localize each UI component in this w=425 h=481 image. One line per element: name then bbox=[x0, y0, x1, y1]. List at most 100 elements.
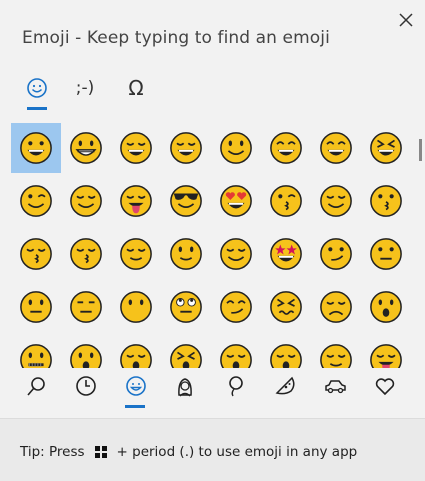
category-people[interactable] bbox=[165, 368, 205, 404]
emoji-sleeping[interactable] bbox=[261, 335, 311, 368]
emoji-squint[interactable] bbox=[361, 123, 411, 173]
tip-prefix: Tip: Press bbox=[20, 444, 85, 460]
hearts-emoji-icon bbox=[320, 185, 352, 217]
tongue-emoji-icon bbox=[370, 344, 402, 368]
emoji-slight-smile[interactable] bbox=[161, 229, 211, 279]
sweat-smile-emoji-icon bbox=[320, 132, 352, 164]
smiley-icon bbox=[126, 376, 146, 396]
emoji-blush[interactable] bbox=[61, 176, 111, 226]
raised-brow-emoji-icon bbox=[370, 238, 402, 270]
emoji-kiss-closed[interactable] bbox=[61, 229, 111, 279]
star-struck-emoji-icon bbox=[270, 238, 302, 270]
emoji-sleepy[interactable] bbox=[111, 335, 161, 368]
windows-key-icon bbox=[94, 446, 107, 458]
category-recent[interactable] bbox=[66, 368, 106, 404]
emoji-sweat-smile[interactable] bbox=[311, 123, 361, 173]
emoji-relieved[interactable] bbox=[311, 335, 361, 368]
emoji-kiss[interactable] bbox=[361, 176, 411, 226]
emoji-disappointed-relieved[interactable] bbox=[311, 282, 361, 332]
emoji-raised-brow[interactable] bbox=[361, 229, 411, 279]
expressionless-emoji-icon bbox=[70, 291, 102, 323]
kiss-emoji-icon bbox=[370, 185, 402, 217]
smiley-tab-icon bbox=[27, 78, 47, 98]
emoji-open-mouth[interactable] bbox=[361, 282, 411, 332]
search-icon bbox=[27, 377, 45, 396]
heart-icon bbox=[375, 378, 395, 396]
sleeping-emoji-icon bbox=[270, 344, 302, 368]
category-celebration[interactable] bbox=[215, 368, 255, 404]
kiss-smile-emoji-icon bbox=[20, 238, 52, 270]
emoji-expressionless[interactable] bbox=[61, 282, 111, 332]
category-smileys[interactable] bbox=[116, 368, 156, 404]
category-symbols[interactable] bbox=[365, 368, 405, 404]
hushed-emoji-icon bbox=[70, 344, 102, 368]
emoji-panel-header: Emoji - Keep typing to find an emoji ;-)… bbox=[0, 0, 425, 118]
emoji-thinking[interactable] bbox=[311, 229, 361, 279]
emoji-smile[interactable] bbox=[211, 123, 261, 173]
grin-emoji-icon bbox=[20, 132, 52, 164]
relaxed-emoji-icon bbox=[120, 238, 152, 270]
emoji-yum[interactable] bbox=[111, 176, 161, 226]
kiss-heart-emoji-icon bbox=[270, 185, 302, 217]
eye-roll-emoji-icon bbox=[170, 291, 202, 323]
emoji-kiss-heart[interactable] bbox=[261, 176, 311, 226]
panel-title: Emoji - Keep typing to find an emoji bbox=[22, 28, 330, 48]
smile-emoji-icon bbox=[220, 132, 252, 164]
emoji-tired[interactable] bbox=[161, 335, 211, 368]
panel-tabs: ;-) Ω bbox=[0, 68, 425, 112]
emoji-persevere[interactable] bbox=[261, 282, 311, 332]
slight-smile-emoji-icon bbox=[170, 238, 202, 270]
tip-text: Tip: Press + period (.) to use emoji in … bbox=[20, 444, 357, 460]
emoji-grid bbox=[0, 118, 415, 368]
scrollbar-thumb[interactable] bbox=[419, 139, 422, 161]
thinking-emoji-icon bbox=[320, 238, 352, 270]
tab-kaomoji[interactable]: ;-) bbox=[65, 68, 105, 108]
sleepy-emoji-icon bbox=[120, 344, 152, 368]
person-icon bbox=[178, 378, 192, 397]
emoji-grin[interactable] bbox=[11, 123, 61, 173]
active-category-indicator bbox=[125, 405, 145, 408]
emoji-no-mouth[interactable] bbox=[111, 282, 161, 332]
emoji-star-struck[interactable] bbox=[261, 229, 311, 279]
category-search[interactable] bbox=[16, 368, 56, 404]
yawn-emoji-icon bbox=[220, 344, 252, 368]
emoji-smirk[interactable] bbox=[211, 282, 261, 332]
emoji-hushed[interactable] bbox=[61, 335, 111, 368]
category-food[interactable] bbox=[265, 368, 305, 404]
car-icon bbox=[325, 380, 346, 394]
emoji-tongue[interactable] bbox=[361, 335, 411, 368]
rofl-emoji-icon bbox=[170, 132, 202, 164]
yum-emoji-icon bbox=[120, 185, 152, 217]
close-icon[interactable] bbox=[395, 9, 417, 31]
emoji-wink[interactable] bbox=[11, 176, 61, 226]
emoji-rofl[interactable] bbox=[161, 123, 211, 173]
emoji-eye-roll[interactable] bbox=[161, 282, 211, 332]
balloon-icon bbox=[229, 376, 243, 397]
sunglasses-emoji-icon bbox=[170, 185, 202, 217]
open-mouth-emoji-icon bbox=[370, 291, 402, 323]
emoji-grimace[interactable] bbox=[61, 123, 111, 173]
tab-emoji[interactable] bbox=[17, 68, 57, 108]
relieved-emoji-icon bbox=[320, 344, 352, 368]
category-bar bbox=[0, 368, 425, 412]
emoji-sunglasses[interactable] bbox=[161, 176, 211, 226]
joy-emoji-icon bbox=[120, 132, 152, 164]
category-transport[interactable] bbox=[315, 368, 355, 404]
emoji-neutral[interactable] bbox=[11, 282, 61, 332]
footer: Tip: Press + period (.) to use emoji in … bbox=[0, 418, 425, 481]
hug-emoji-icon bbox=[220, 238, 252, 270]
smirk-emoji-icon bbox=[220, 291, 252, 323]
emoji-zipper[interactable] bbox=[11, 335, 61, 368]
emoji-joy[interactable] bbox=[111, 123, 161, 173]
emoji-heart-eyes[interactable] bbox=[211, 176, 261, 226]
emoji-hug[interactable] bbox=[211, 229, 261, 279]
persevere-emoji-icon bbox=[270, 291, 302, 323]
emoji-yawn[interactable] bbox=[211, 335, 261, 368]
neutral-emoji-icon bbox=[20, 291, 52, 323]
emoji-smile-open[interactable] bbox=[261, 123, 311, 173]
emoji-relaxed[interactable] bbox=[111, 229, 161, 279]
emoji-hearts[interactable] bbox=[311, 176, 361, 226]
emoji-kiss-smile[interactable] bbox=[11, 229, 61, 279]
heart-eyes-emoji-icon bbox=[220, 185, 252, 217]
tab-symbols[interactable]: Ω bbox=[116, 68, 156, 108]
